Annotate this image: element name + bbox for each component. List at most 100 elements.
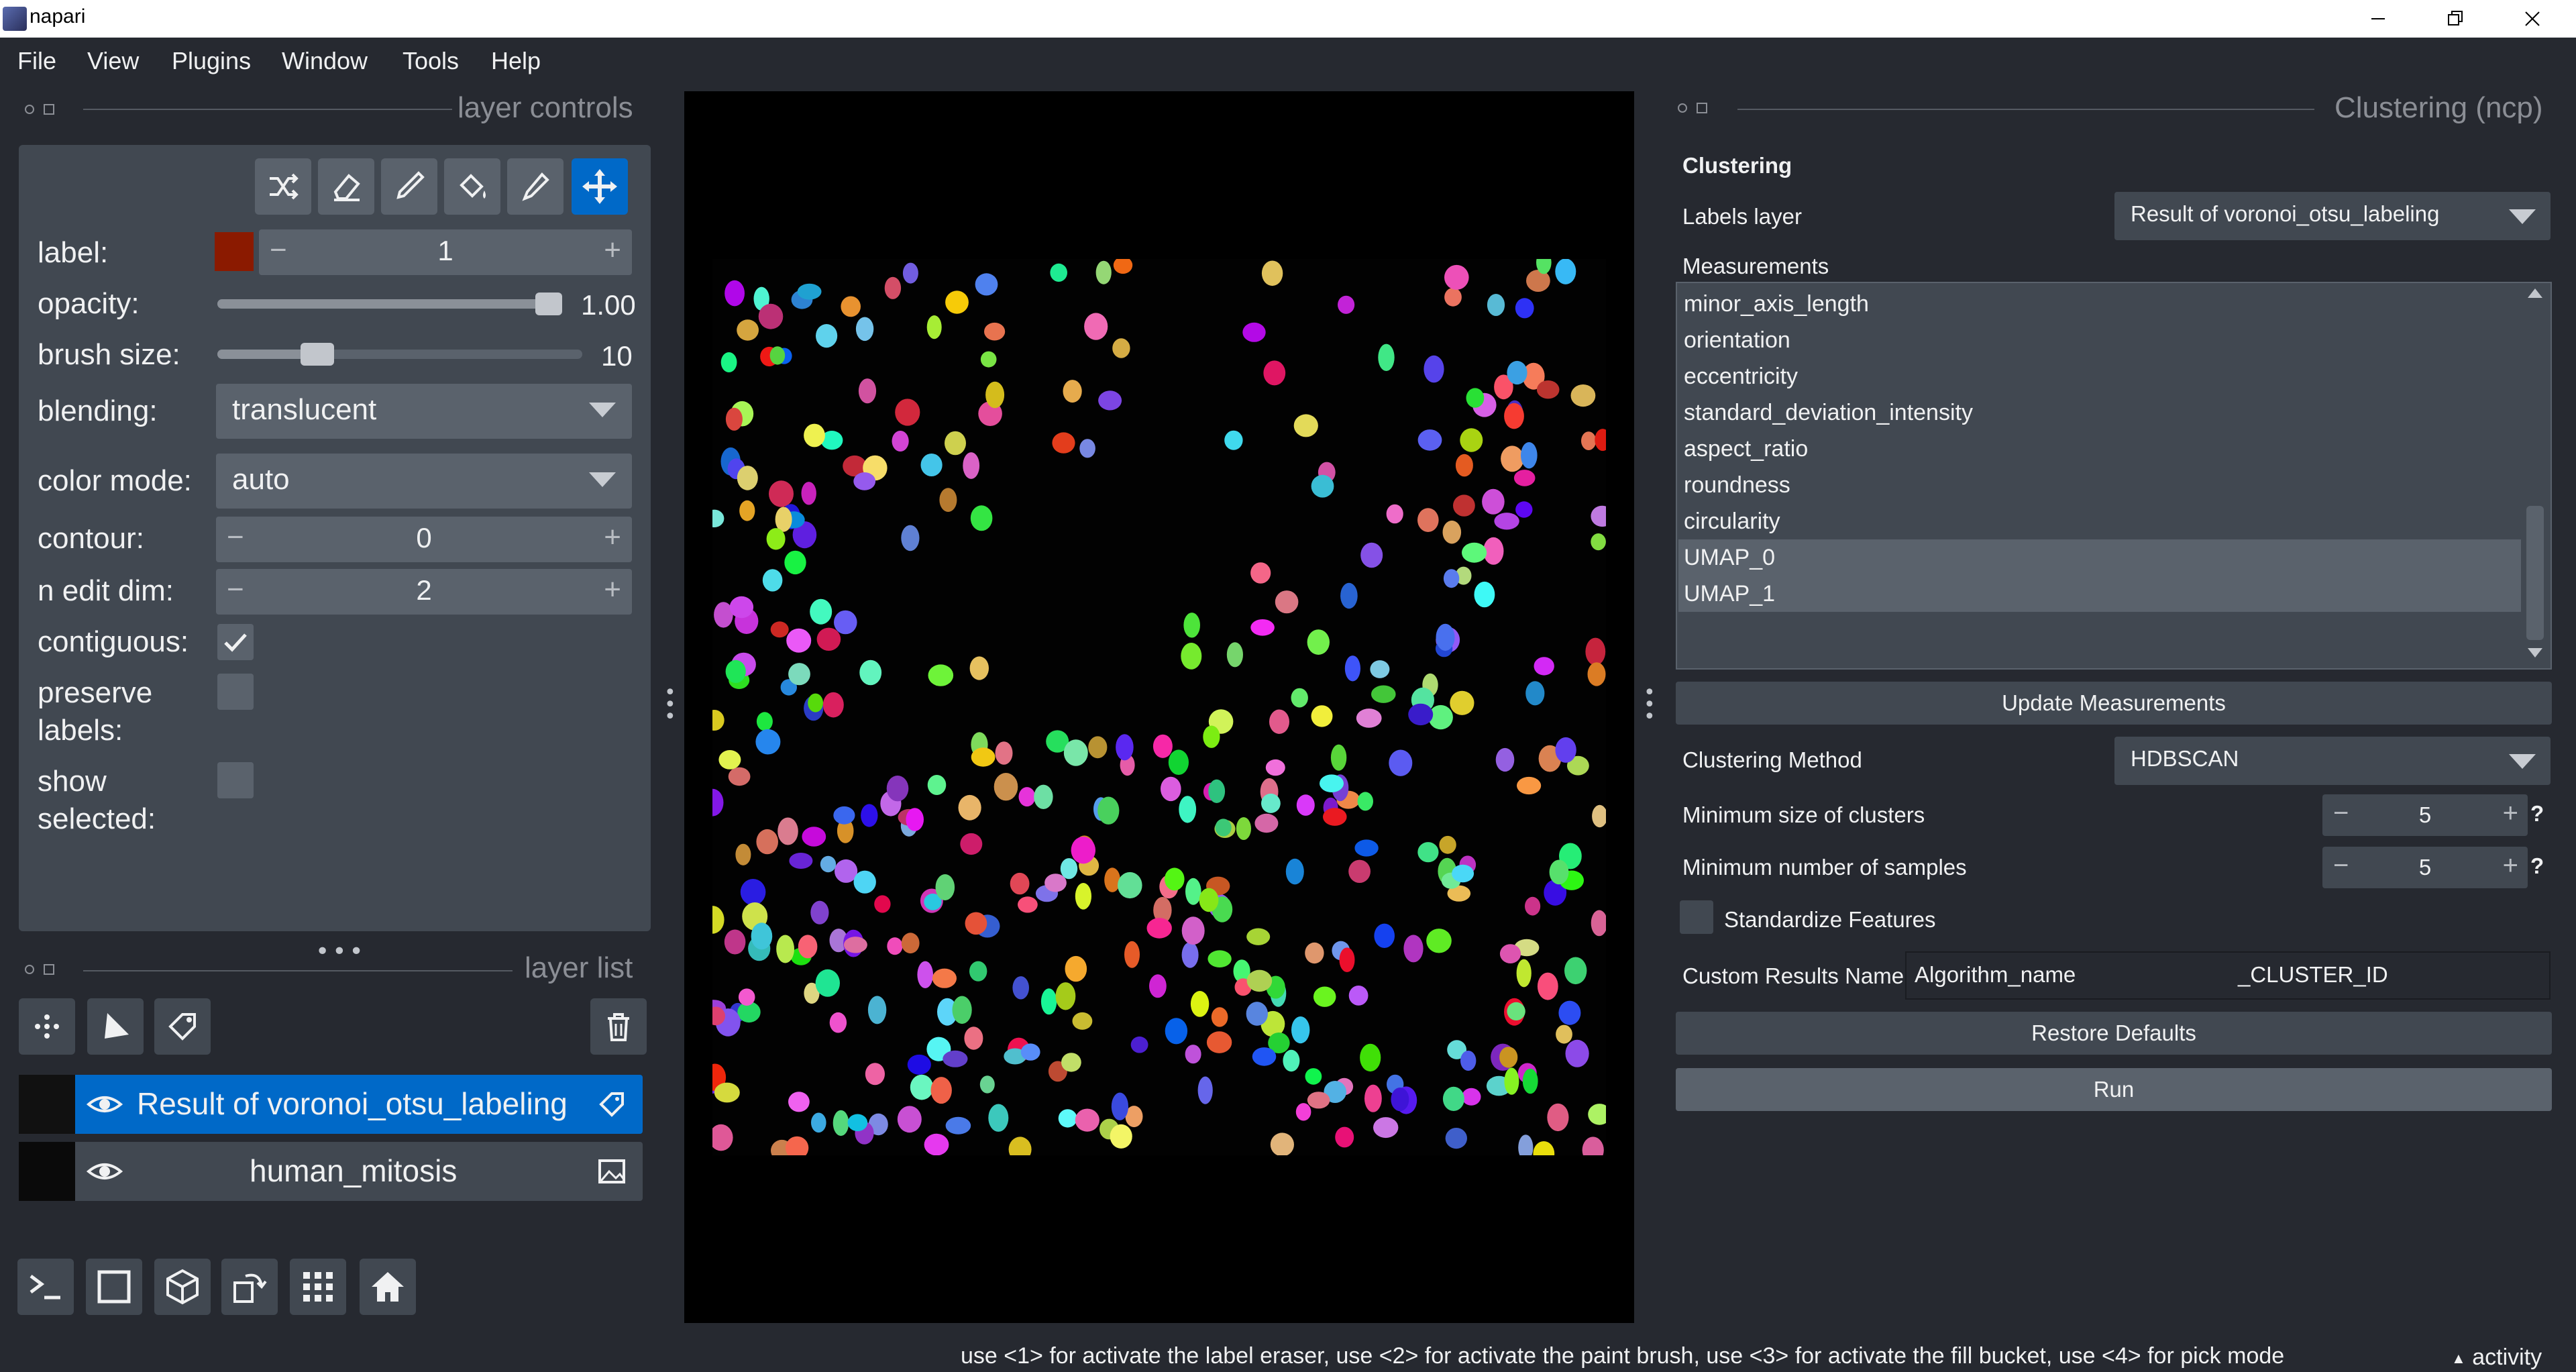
increment-icon[interactable]: + (2503, 851, 2518, 881)
brush-size-slider[interactable] (217, 343, 582, 366)
activity-label: activity (2472, 1344, 2542, 1370)
min-samples-spinbox[interactable]: − 5 + (2322, 847, 2528, 888)
label-color-swatch[interactable] (215, 232, 254, 271)
standardize-checkbox[interactable] (1680, 900, 1713, 934)
nucleus-label (970, 505, 993, 531)
min-cluster-size-spinbox[interactable]: − 5 + (2322, 794, 2528, 836)
delete-layer-button[interactable] (590, 998, 647, 1055)
menu-plugins[interactable]: Plugins (172, 47, 251, 75)
nucleus-label (994, 773, 1018, 801)
menu-tools[interactable]: Tools (402, 47, 459, 75)
segmented-nuclei (712, 259, 1606, 1155)
nucleus-label (1442, 520, 1462, 544)
preserve-labels-checkbox[interactable] (217, 674, 254, 710)
menu-file[interactable]: File (17, 47, 56, 75)
close-button[interactable] (2496, 0, 2569, 38)
color-picker-button[interactable] (507, 158, 564, 215)
layer-row[interactable]: human_mitosis (19, 1142, 643, 1201)
layer-name[interactable]: Result of voronoi_otsu_labeling (137, 1086, 568, 1122)
opacity-slider[interactable] (217, 293, 562, 315)
splitter-handle-icon[interactable]: ••• (664, 683, 676, 727)
measurement-item[interactable]: eccentricity (1678, 358, 2521, 394)
nucleus-label (1339, 947, 1355, 972)
increment-icon[interactable]: + (604, 573, 621, 606)
contour-spinbox[interactable]: − 0 + (216, 517, 632, 562)
nucleus-label (769, 346, 786, 365)
blending-dropdown[interactable]: translucent (216, 384, 632, 439)
nucleus-label (1442, 1086, 1464, 1111)
custom-results-name-input[interactable]: Algorithm_name _CLUSTER_ID (1905, 951, 2551, 1000)
layer-name[interactable]: human_mitosis (250, 1153, 457, 1189)
splitter-handle-icon[interactable]: ••• (1644, 683, 1656, 727)
nucleus-label (1453, 494, 1475, 517)
help-icon[interactable]: ? (2530, 800, 2544, 828)
minimize-button[interactable] (2341, 0, 2415, 38)
nucleus-label (712, 788, 724, 816)
measurement-item[interactable]: minor_axis_length (1678, 286, 2521, 322)
increment-icon[interactable]: + (604, 521, 621, 554)
chevron-down-icon (2509, 754, 2536, 769)
nucleus-label (1378, 344, 1395, 371)
increment-icon[interactable]: + (604, 233, 621, 267)
show-selected-checkbox[interactable] (217, 762, 254, 798)
splitter-handle-icon[interactable]: ••• (315, 938, 366, 965)
nucleus-label (1403, 935, 1424, 963)
activity-toggle[interactable]: ▲ activity (2451, 1344, 2542, 1371)
label-spinbox[interactable]: − 1 + (259, 229, 632, 275)
measurement-item[interactable]: circularity (1678, 503, 2521, 539)
clustering-method-dropdown[interactable]: HDBSCAN (2114, 737, 2551, 785)
opacity-slider-handle[interactable] (535, 293, 562, 315)
brush-size-slider-handle[interactable] (300, 343, 334, 366)
dock-float-icon[interactable] (1673, 98, 1713, 118)
measurement-item[interactable]: roundness (1678, 467, 2521, 503)
run-button[interactable]: Run (1676, 1068, 2552, 1111)
restore-button[interactable] (2418, 0, 2492, 38)
caret-up-icon: ▲ (2451, 1350, 2466, 1367)
shuffle-colors-button[interactable] (255, 158, 311, 215)
nucleus-label (1254, 813, 1279, 833)
measurements-scrollbar[interactable] (2524, 286, 2546, 666)
eye-icon[interactable] (85, 1157, 125, 1186)
increment-icon[interactable]: + (2503, 798, 2518, 829)
ndisplay-button[interactable] (86, 1259, 142, 1315)
new-shapes-layer-button[interactable] (87, 998, 144, 1055)
contiguous-checkbox[interactable] (217, 624, 254, 660)
pan-zoom-button[interactable] (572, 158, 628, 215)
measurement-item[interactable]: UMAP_1 (1678, 576, 2521, 612)
measurement-item[interactable]: standard_deviation_intensity (1678, 394, 2521, 431)
measurement-item[interactable]: UMAP_0 (1678, 539, 2521, 576)
fill-bucket-button[interactable] (444, 158, 500, 215)
layer-row[interactable]: Result of voronoi_otsu_labeling (19, 1075, 643, 1134)
transpose-button[interactable] (221, 1259, 278, 1315)
menu-window[interactable]: Window (282, 47, 368, 75)
labels-layer-dropdown[interactable]: Result of voronoi_otsu_labeling (2114, 192, 2551, 240)
eye-icon[interactable] (85, 1090, 125, 1119)
roll-dims-button[interactable] (154, 1259, 211, 1315)
n-edit-dim-spinbox[interactable]: − 2 + (216, 569, 632, 615)
restore-defaults-button[interactable]: Restore Defaults (1676, 1012, 2552, 1055)
measurement-item[interactable]: aspect_ratio (1678, 431, 2521, 467)
dock-float-icon[interactable] (20, 99, 60, 119)
nucleus-label (1556, 1024, 1572, 1044)
grid-view-button[interactable] (290, 1259, 346, 1315)
nucleus-label (1462, 542, 1487, 563)
scroll-down-icon[interactable] (2528, 648, 2542, 657)
nucleus-label (945, 291, 969, 314)
home-button[interactable] (360, 1259, 416, 1315)
new-points-layer-button[interactable] (19, 998, 75, 1055)
nucleus-label (1354, 839, 1379, 857)
dock-float-icon[interactable] (20, 959, 60, 980)
custom-results-name-value: Algorithm_name (1915, 962, 2076, 987)
help-icon[interactable]: ? (2530, 852, 2544, 880)
console-button[interactable] (17, 1259, 74, 1315)
menu-view[interactable]: View (87, 47, 139, 75)
measurement-item[interactable]: orientation (1678, 322, 2521, 358)
scrollbar-thumb[interactable] (2526, 506, 2544, 640)
menu-help[interactable]: Help (491, 47, 541, 75)
eraser-button[interactable] (318, 158, 374, 215)
new-labels-layer-button[interactable] (154, 998, 211, 1055)
color-mode-dropdown[interactable]: auto (216, 454, 632, 509)
update-measurements-button[interactable]: Update Measurements (1676, 682, 2552, 725)
scroll-up-icon[interactable] (2528, 288, 2542, 298)
paint-brush-button[interactable] (381, 158, 437, 215)
